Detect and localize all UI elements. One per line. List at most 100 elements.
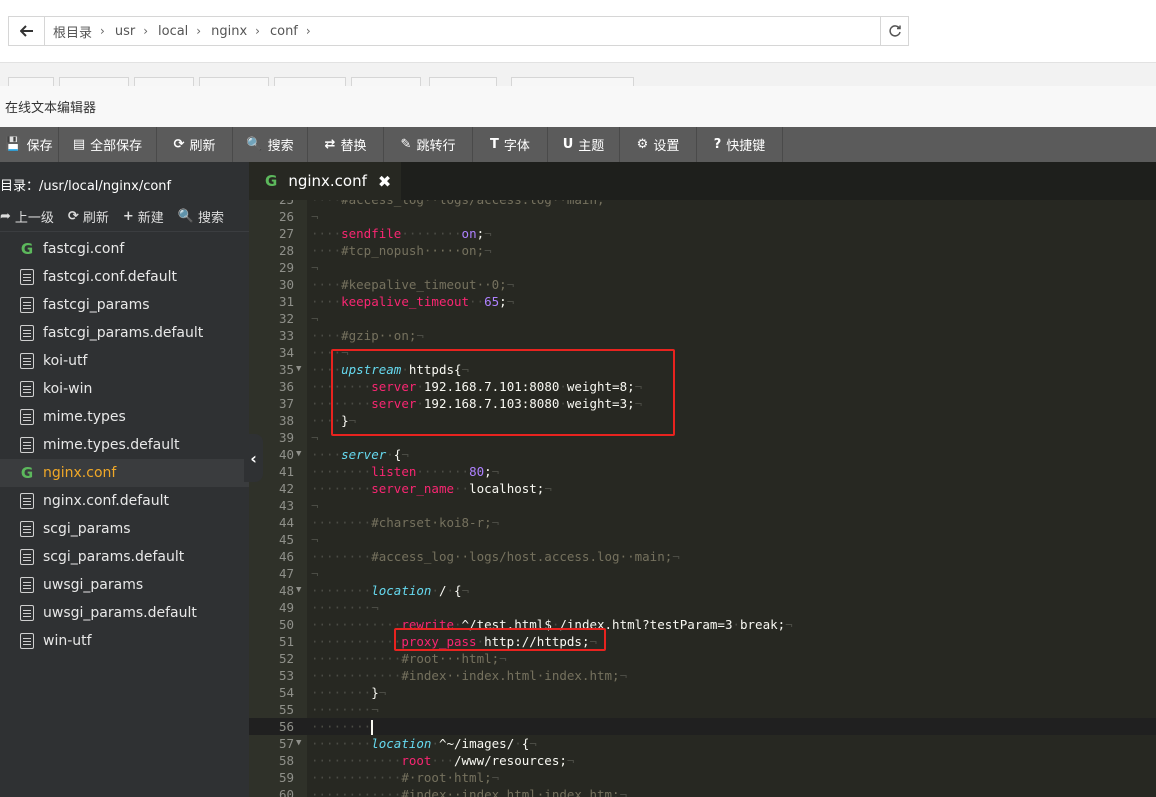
file-item[interactable]: scgi_params.default (0, 543, 249, 571)
theme-button[interactable]: U 主题 (548, 127, 620, 162)
file-item[interactable]: scgi_params (0, 515, 249, 543)
font-button[interactable]: T 字体 (473, 127, 548, 162)
code-text: ····sendfile········on;¬ (311, 225, 492, 242)
fold-arrow-icon[interactable]: ▼ (296, 582, 301, 599)
file-item[interactable]: mime.types (0, 403, 249, 431)
search-button[interactable]: 🔍 搜索 (233, 127, 308, 162)
code-token: #index··index.html·index.htm; (401, 787, 620, 797)
code-line: 29 ¬ (249, 259, 1156, 276)
code-line: 40 ▼ ····server·{¬ (249, 446, 1156, 463)
code-token: ¬ (416, 328, 424, 343)
code-text: ········#charset·koi8-r;¬ (311, 514, 499, 531)
file-name: koi-win (43, 381, 93, 397)
line-number: 56 (278, 719, 294, 734)
file-name: win-utf (43, 633, 92, 649)
chevron-right-icon: › (255, 24, 260, 38)
code-token: ¬ (311, 532, 319, 547)
toolbar-button-label: 快捷键 (726, 139, 766, 154)
code-text: ····#tcp_nopush·····on;¬ (311, 242, 492, 259)
code-text: ········server_name··localhost;¬ (311, 480, 552, 497)
chevron-right-icon: › (196, 24, 202, 38)
file-item[interactable]: Gnginx.conf (0, 459, 249, 487)
collapse-sidebar-button[interactable]: ‹ (244, 434, 263, 482)
sidebar-action-plus[interactable]: + 新建 (123, 207, 164, 226)
code-token: 80 (469, 464, 485, 479)
line-number: 52 (278, 651, 294, 666)
sidebar-action-up-arrow[interactable]: ➦ 上一级 (0, 207, 54, 226)
code-text: ············#root···html;¬ (311, 650, 507, 667)
file-item[interactable]: nginx.conf.default (0, 487, 249, 515)
code-line: 41 ········listen·······80;¬ (249, 463, 1156, 480)
code-token: ··· (431, 753, 454, 768)
code-token: ¬ (491, 464, 500, 479)
fold-arrow-icon[interactable]: ▼ (296, 446, 301, 463)
line-number: 27 (278, 226, 294, 241)
code-line: 58 ············root···/www/resources;¬ (249, 752, 1156, 769)
file-item[interactable]: fastcgi_params.default (0, 319, 249, 347)
code-token: ············ (311, 753, 402, 768)
file-icon (20, 549, 34, 565)
pin-button[interactable]: ✎ 跳转行 (384, 127, 473, 162)
save-all-button[interactable]: ▤ 全部保存 (59, 127, 157, 162)
code-token: ¬ (619, 668, 628, 683)
code-token: #gzip··on; (341, 328, 417, 343)
pin-icon: ✎ (400, 137, 412, 152)
file-item[interactable]: fastcgi.conf.default (0, 263, 249, 291)
file-item[interactable]: koi-utf (0, 347, 249, 375)
file-item[interactable]: uwsgi_params (0, 571, 249, 599)
reload-button[interactable] (880, 17, 908, 45)
code-token: ¬ (566, 753, 575, 768)
line-number: 58 (278, 753, 294, 768)
code-text: ¬ (311, 497, 319, 514)
code-line: 52 ············#root···html;¬ (249, 650, 1156, 667)
proxy-pass-highlight-box (394, 628, 606, 651)
toolbar-button-label: 替换 (340, 139, 367, 154)
sidebar-action-search[interactable]: 🔍 搜索 (178, 207, 224, 226)
code-token: · (386, 447, 394, 462)
fold-arrow-icon[interactable]: ▼ (296, 361, 301, 378)
file-name: nginx.conf.default (43, 493, 170, 509)
code-text: ¬ (311, 565, 319, 582)
gear-button[interactable]: ⚙ 设置 (620, 127, 697, 162)
code-text: ············#index··index.html·index.htm… (311, 786, 627, 797)
refresh-button[interactable]: ⟳ 刷新 (157, 127, 233, 162)
code-token: listen (371, 464, 417, 479)
close-tab-icon[interactable]: ✖ (378, 172, 391, 191)
file-item[interactable]: fastcgi_params (0, 291, 249, 319)
code-token: ¬ (401, 447, 409, 462)
breadcrumb-item[interactable]: usr (115, 24, 135, 39)
chevron-right-icon: › (100, 24, 105, 38)
breadcrumb-item[interactable]: 根目录 (53, 22, 92, 41)
fold-arrow-icon[interactable]: ▼ (296, 735, 301, 752)
tab-nginx-conf[interactable]: G nginx.conf ✖ (249, 162, 401, 200)
code-area[interactable]: 25····#access_log··logs/access.log··main… (249, 200, 1156, 797)
file-item[interactable]: win-utf (0, 627, 249, 655)
file-item[interactable]: Gfastcgi.conf (0, 235, 249, 263)
tab-label: nginx.conf (288, 172, 367, 190)
code-token: ¬ (544, 481, 552, 496)
file-item[interactable]: uwsgi_params.default (0, 599, 249, 627)
code-token: keepalive_timeout (341, 294, 470, 309)
file-icon (20, 297, 34, 313)
file-item[interactable]: koi-win (0, 375, 249, 403)
code-token: ·· (454, 481, 470, 496)
theme-icon: U (562, 137, 574, 152)
replace-button[interactable]: ⇄ 替换 (308, 127, 384, 162)
breadcrumb: 根目录 › usr › local › nginx › conf › (45, 22, 880, 41)
code-text: ············#index··index.html·index.htm… (311, 667, 627, 684)
save-button[interactable]: 💾 保存 (0, 127, 59, 162)
breadcrumb-item[interactable]: local (158, 24, 188, 39)
sidebar-action-refresh[interactable]: ⟳ 刷新 (68, 207, 109, 226)
code-token: ¬ (506, 294, 515, 309)
breadcrumb-item[interactable]: conf (270, 24, 298, 39)
sidebar-actions: ➦ 上一级 ⟳ 刷新 + 新建 🔍 搜索 (0, 202, 249, 232)
line-number: 32 (278, 311, 294, 326)
breadcrumb-item[interactable]: nginx (211, 24, 247, 39)
file-item[interactable]: mime.types.default (0, 431, 249, 459)
back-button[interactable] (9, 17, 45, 45)
current-directory: 目录：/usr/local/nginx/conf (0, 179, 172, 194)
help-button[interactable]: ? 快捷键 (697, 127, 783, 162)
code-token: #tcp_nopush·····on; (341, 243, 485, 258)
code-token: #index··index.html·index.htm; (401, 668, 620, 683)
code-token: ¬ (484, 243, 492, 258)
